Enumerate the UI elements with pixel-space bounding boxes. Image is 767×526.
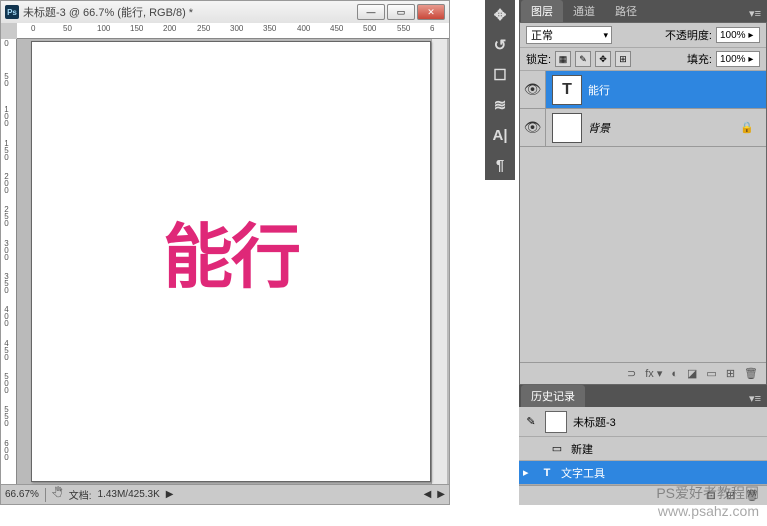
window-title: 未标题-3 @ 66.7% (能行, RGB/8) * (23, 4, 357, 20)
tab-layers[interactable]: 图层 (521, 0, 563, 22)
visibility-icon[interactable]: 👁 (520, 71, 546, 108)
group-icon[interactable]: ▭ (706, 367, 716, 380)
rect-icon[interactable]: ☐ (489, 64, 511, 86)
history-label: 新建 (571, 441, 593, 457)
minimize-button[interactable]: — (357, 4, 385, 20)
history-item[interactable]: ▸ T 文字工具 (519, 461, 767, 485)
divider (45, 488, 46, 502)
history-label: 文字工具 (561, 465, 605, 481)
layers-footer: ⊃ fx ▾ ◐ ◪ ▭ ⊞ 🗑 (520, 362, 766, 384)
layers-empty (520, 147, 766, 362)
rotate-icon[interactable]: ↺ (489, 34, 511, 56)
maximize-button[interactable]: ▭ (387, 4, 415, 20)
layer-thumb: T (552, 75, 582, 105)
document-window: Ps 未标题-3 @ 66.7% (能行, RGB/8) * — ▭ ✕ 0 5… (0, 0, 450, 505)
blend-row: 正常 不透明度: 100% ▸ (520, 23, 766, 48)
close-button[interactable]: ✕ (417, 4, 445, 20)
history-marker: ▸ (523, 466, 533, 479)
blend-mode-select[interactable]: 正常 (526, 26, 612, 44)
tool-column: ✥ ↺ ☐ ≋ A| ¶ (485, 0, 515, 180)
canvas-text: 能行 (163, 201, 299, 302)
doc-label: 文档: (69, 487, 92, 502)
titlebar[interactable]: Ps 未标题-3 @ 66.7% (能行, RGB/8) * — ▭ ✕ (1, 1, 449, 23)
panel-menu-icon[interactable]: ▾≡ (743, 5, 767, 22)
new-layer-icon[interactable]: ⊞ (726, 367, 735, 380)
statusbar: 66.67% 🖑 文档: 1.43M/425.3K ▶ ◀ ▶ (1, 484, 449, 504)
adjust-icon[interactable]: ◪ (687, 367, 697, 380)
history-snapshot[interactable]: ✎ 未标题-3 (519, 407, 767, 437)
fill-label: 填充: (687, 51, 712, 67)
visibility-icon[interactable]: 👁 (520, 109, 546, 146)
lock-row: 锁定: ▦ ✎ ✥ ⊞ 填充: 100% ▸ (520, 48, 766, 71)
history-tabs: 历史记录 ▾≡ (519, 385, 767, 407)
canvas-area: 能行 (17, 39, 449, 484)
history-item[interactable]: ▭ 新建 (519, 437, 767, 461)
tab-channels[interactable]: 通道 (563, 0, 605, 22)
lock-label: 锁定: (526, 51, 551, 67)
brush-icon: ✎ (523, 415, 539, 428)
canvas[interactable]: 能行 (31, 41, 431, 482)
new-doc-icon: ▭ (549, 442, 565, 455)
panels: 图层 通道 路径 ▾≡ 正常 不透明度: 100% ▸ 锁定: ▦ ✎ ✥ ⊞ … (519, 0, 767, 505)
lock-position-icon[interactable]: ✥ (595, 51, 611, 67)
ps-icon: Ps (5, 5, 19, 19)
scroll-right[interactable]: ▶ (437, 489, 445, 500)
tab-paths[interactable]: 路径 (605, 0, 647, 22)
tab-history[interactable]: 历史记录 (521, 385, 585, 407)
text-tool-icon: T (539, 467, 555, 479)
layer-thumb (552, 113, 582, 143)
watermark: PS爱好者教程网 www.psahz.com (656, 484, 759, 520)
layer-name: 能行 (588, 82, 610, 98)
fx-icon[interactable]: fx ▾ (645, 367, 662, 380)
lock-icon: 🔒 (740, 121, 754, 134)
panel-menu-icon[interactable]: ▾≡ (743, 390, 767, 407)
opacity-input[interactable]: 100% ▸ (716, 27, 760, 43)
window-controls: — ▭ ✕ (357, 4, 445, 20)
scroll-left[interactable]: ◀ (424, 489, 432, 500)
lock-all-icon[interactable]: ⊞ (615, 51, 631, 67)
trash-icon[interactable]: 🗑 (744, 367, 758, 380)
ruler-horizontal[interactable]: 0 50 100 150 200 250 300 350 400 450 500… (17, 23, 449, 39)
char-panel-icon[interactable]: A| (489, 124, 511, 146)
scrollbar-vertical[interactable] (431, 39, 447, 484)
lock-pixels-icon[interactable]: ✎ (575, 51, 591, 67)
link-icon[interactable]: ⊃ (627, 367, 636, 380)
mask-icon[interactable]: ◐ (671, 368, 678, 380)
panel-tabs: 图层 通道 路径 ▾≡ (519, 0, 767, 22)
snapshot-thumb (545, 411, 567, 433)
snapshot-name: 未标题-3 (573, 414, 616, 430)
move-icon[interactable]: ✥ (489, 4, 511, 26)
opacity-label: 不透明度: (665, 27, 712, 43)
info-arrow[interactable]: ▶ (166, 489, 174, 500)
paragraph-icon[interactable]: ¶ (489, 154, 511, 176)
ruler-vertical[interactable]: 0 50 100 150 200 250 300 350 400 450 500… (1, 39, 17, 484)
layer-item[interactable]: 👁 T 能行 (520, 71, 766, 109)
lock-icons: ▦ ✎ ✥ ⊞ (555, 51, 631, 67)
layer-name: 背景 (588, 120, 610, 136)
layers-list: 👁 T 能行 👁 背景 🔒 (520, 71, 766, 147)
zoom-level[interactable]: 66.67% (5, 489, 39, 500)
layers-panel: 正常 不透明度: 100% ▸ 锁定: ▦ ✎ ✥ ⊞ 填充: 100% ▸ 👁… (519, 22, 767, 385)
lock-transparent-icon[interactable]: ▦ (555, 51, 571, 67)
layer-item[interactable]: 👁 背景 🔒 (520, 109, 766, 147)
doc-info: 1.43M/425.3K (98, 489, 160, 500)
stamp-icon[interactable]: ≋ (489, 94, 511, 116)
fill-input[interactable]: 100% ▸ (716, 51, 760, 67)
